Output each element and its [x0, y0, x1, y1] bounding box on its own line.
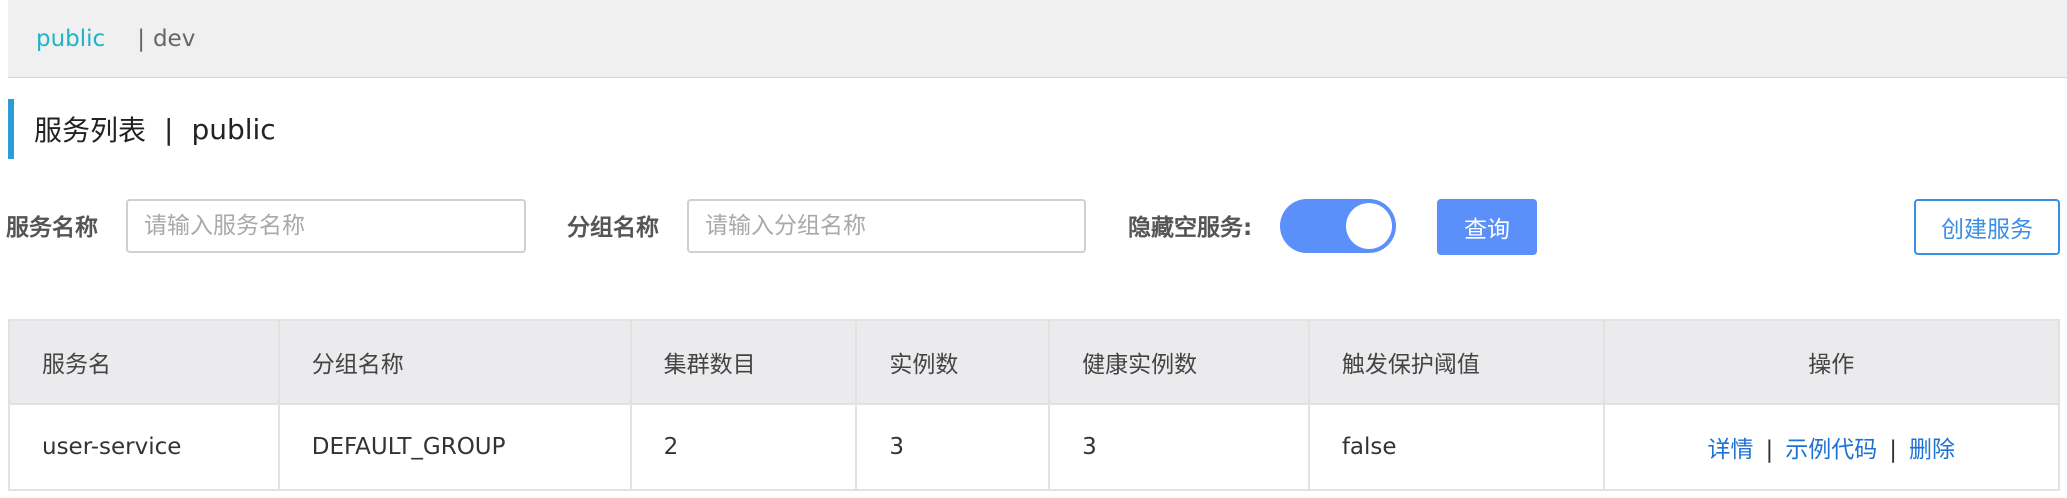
namespace-separator: |	[137, 25, 145, 52]
namespace-tab-public[interactable]: public	[36, 26, 105, 52]
cell-instance-count: 3	[855, 403, 1051, 491]
hide-empty-services-label: 隐藏空服务:	[1128, 215, 1253, 241]
namespace-tab-dev[interactable]: dev	[153, 26, 195, 52]
column-header-actions: 操作	[1602, 319, 2061, 405]
page-title-namespace: public	[191, 112, 276, 146]
group-name-input[interactable]	[687, 199, 1086, 253]
sample-code-link[interactable]: 示例代码	[1785, 437, 1877, 463]
cell-group-name: DEFAULT_GROUP	[277, 403, 632, 491]
service-table: 服务名 分组名称 集群数目 实例数 健康实例数 触发保护阈值 操作 user-s…	[8, 319, 2061, 491]
service-name-label: 服务名称	[6, 215, 98, 241]
table-row: user-service DEFAULT_GROUP 2 3 3 false 详…	[8, 403, 2061, 491]
cell-actions: 详情 | 示例代码 | 删除	[1602, 403, 2061, 491]
delete-link[interactable]: 删除	[1909, 437, 1955, 463]
page-title-text: 服务列表	[34, 114, 147, 147]
action-separator: |	[1889, 437, 1898, 463]
group-name-label: 分组名称	[567, 215, 659, 241]
column-header-instance-count: 实例数	[855, 319, 1051, 405]
cell-cluster-count: 2	[629, 403, 858, 491]
page-title-separator: |	[164, 112, 174, 146]
column-header-healthy-instances: 健康实例数	[1048, 319, 1310, 405]
toggle-knob	[1346, 203, 1392, 249]
cell-protect-threshold: false	[1307, 403, 1605, 491]
column-header-group-name: 分组名称	[277, 319, 632, 405]
search-form: 服务名称 分组名称 隐藏空服务: 查询 创建服务	[0, 199, 2067, 257]
detail-link[interactable]: 详情	[1708, 437, 1754, 463]
namespace-bar: public | dev	[8, 0, 2067, 78]
column-header-service-name: 服务名	[8, 319, 280, 405]
table-header-row: 服务名 分组名称 集群数目 实例数 健康实例数 触发保护阈值 操作	[8, 319, 2061, 405]
cell-service-name: user-service	[8, 403, 280, 491]
column-header-protect-threshold: 触发保护阈值	[1307, 319, 1605, 405]
hide-empty-services-toggle[interactable]	[1280, 199, 1396, 253]
query-button[interactable]: 查询	[1437, 199, 1537, 255]
column-header-cluster-count: 集群数目	[629, 319, 858, 405]
service-name-input[interactable]	[126, 199, 526, 253]
create-service-button[interactable]: 创建服务	[1914, 199, 2060, 255]
cell-healthy-instances: 3	[1048, 403, 1310, 491]
page-title: 服务列表 | public	[8, 99, 276, 159]
action-separator: |	[1765, 437, 1774, 463]
